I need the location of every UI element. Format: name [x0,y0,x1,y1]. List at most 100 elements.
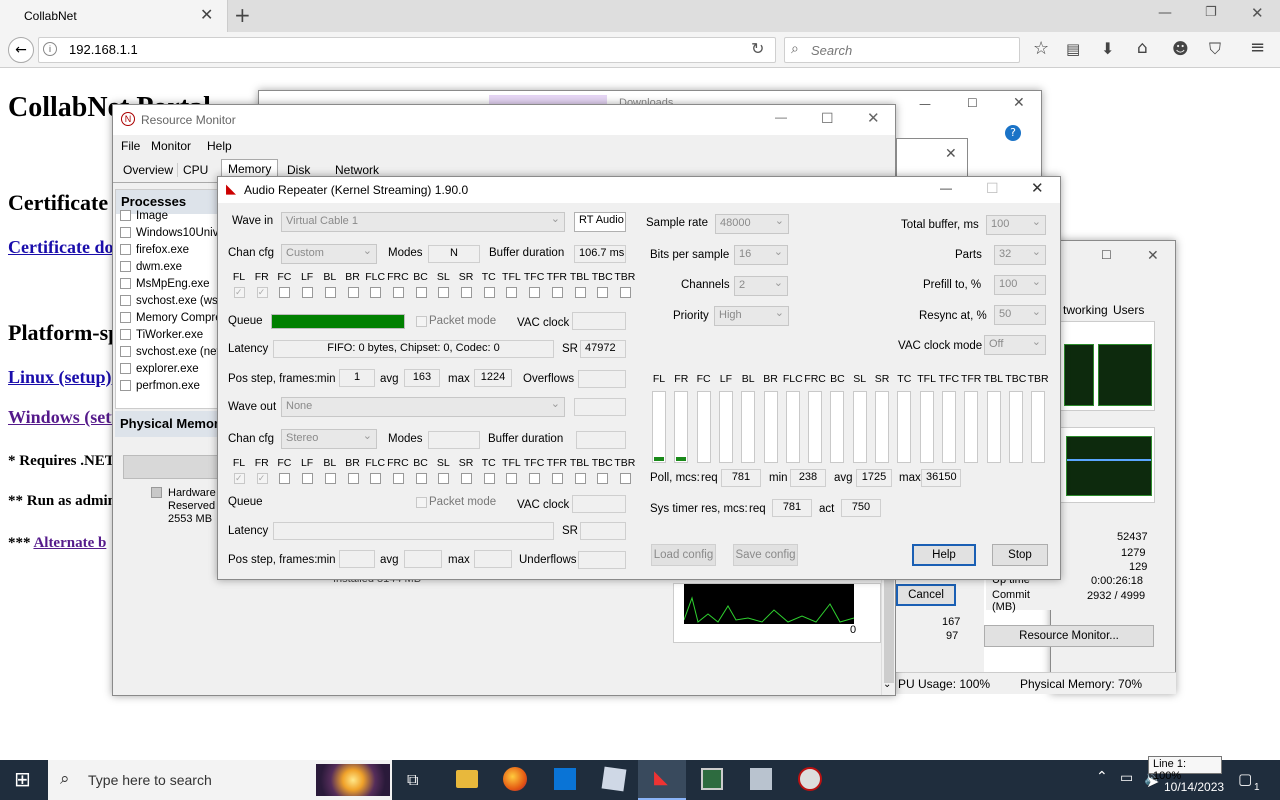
channel-checkbox-out[interactable] [597,473,609,484]
priority-select[interactable]: High [714,306,789,326]
dialog-close-icon[interactable]: ✕ [945,145,957,162]
clock-date[interactable]: 10/14/2023 [1164,780,1224,794]
channel-checkbox-in[interactable] [324,287,336,298]
smiley-icon[interactable]: ☻ [1172,39,1189,58]
channel-checkbox-out[interactable]: ✓ [234,473,245,484]
menu-file[interactable]: File [121,139,140,153]
channel-checkbox-in[interactable] [551,287,563,298]
process-checkbox[interactable] [120,380,131,392]
channel-checkbox-in[interactable] [415,287,427,298]
channel-checkbox-in[interactable] [506,287,518,298]
settings-app-icon[interactable] [750,768,772,790]
parts-select[interactable]: 32 [994,245,1046,265]
firefox-icon[interactable] [503,767,527,791]
physical-memory-header[interactable]: Physical Memor [115,411,225,437]
channel-checkbox-in[interactable] [279,287,291,298]
resource-monitor-button[interactable]: Resource Monitor... [984,625,1154,647]
resmon-close-icon[interactable]: ✕ [867,109,880,127]
store-icon[interactable] [554,768,576,790]
channel-checkbox-out[interactable] [506,473,518,484]
rt-audio-field[interactable]: RT Audio [574,212,626,232]
channel-checkbox-out[interactable] [619,473,631,484]
app-icon[interactable] [601,766,627,792]
sample-rate-select[interactable]: 48000 [715,214,789,234]
channel-checkbox-out[interactable] [347,473,359,484]
stop-button[interactable]: Stop [992,544,1048,566]
task-manager-icon[interactable] [701,768,723,790]
process-row[interactable]: perfmon.exe [120,380,224,396]
minimize-icon[interactable]: — [1158,5,1172,21]
tab-network[interactable]: Network [331,163,383,177]
process-checkbox[interactable] [120,261,131,273]
scroll-down-icon[interactable]: ⌄ [883,679,891,690]
channel-checkbox-in[interactable] [347,287,359,298]
channel-checkbox-in[interactable]: ✓ [234,287,245,298]
tab-overview[interactable]: Overview [119,163,179,177]
back-icon[interactable]: ← [8,37,34,63]
linux-link[interactable]: Linux (setup) [8,367,112,388]
resmon-minimize-icon[interactable]: — [775,110,787,124]
network-icon[interactable]: ▭ [1120,770,1133,786]
channel-checkbox-out[interactable]: ✓ [256,473,268,484]
process-row[interactable]: Memory Compre [120,312,224,328]
taskbar-search-box[interactable]: ⌕ Type here to search [48,760,392,800]
resync-select[interactable]: 50 [994,305,1046,325]
ar-close-icon[interactable]: ✕ [1031,179,1044,197]
process-row[interactable]: TiWorker.exe [120,329,224,345]
process-row[interactable]: explorer.exe [120,363,224,379]
menu-monitor[interactable]: Monitor [151,139,191,153]
channel-checkbox-in[interactable] [483,287,495,298]
process-row[interactable]: Windows10Univ [120,227,224,243]
resource-monitor-taskbar-icon[interactable] [798,767,822,791]
resmon-maximize-icon[interactable]: ☐ [821,110,834,127]
menu-icon[interactable]: ≡ [1250,37,1265,58]
restore-icon[interactable]: ❐ [1205,5,1217,20]
reading-list-icon[interactable]: ▤ [1066,40,1080,58]
channel-checkbox-in[interactable] [529,287,541,298]
process-checkbox[interactable] [120,312,131,324]
tab-cpu[interactable]: CPU [179,163,212,177]
reload-icon[interactable]: ↻ [751,39,764,59]
process-checkbox[interactable] [120,346,131,358]
bits-per-sample-select[interactable]: 16 [734,245,788,265]
taskmgr-tab-users[interactable]: Users [1113,303,1144,317]
channel-checkbox-in[interactable] [370,287,382,298]
wave-out-select[interactable]: None [281,397,565,417]
channel-checkbox-out[interactable] [279,473,291,484]
channel-checkbox-out[interactable] [392,473,404,484]
image-column-header[interactable]: Image [120,210,224,226]
channel-checkbox-in[interactable]: ✓ [256,287,268,298]
download-icon[interactable]: ⬇ [1101,39,1114,58]
process-checkbox[interactable] [120,278,131,290]
process-checkbox[interactable] [120,329,131,341]
channels-select[interactable]: 2 [734,276,788,296]
process-checkbox[interactable] [120,295,131,307]
search-input[interactable]: ⌕ Search [784,37,1020,63]
help-button[interactable]: Help [912,544,976,566]
channel-checkbox-out[interactable] [370,473,382,484]
load-config-button[interactable]: Load config [651,544,716,566]
file-explorer-icon[interactable] [456,770,478,788]
channel-checkbox-out[interactable] [551,473,563,484]
save-config-button[interactable]: Save config [733,544,798,566]
channel-checkbox-out[interactable] [574,473,586,484]
channel-checkbox-out[interactable] [438,473,450,484]
channel-checkbox-in[interactable] [619,287,631,298]
channel-checkbox-in[interactable] [461,287,472,298]
menu-help[interactable]: Help [207,139,232,153]
packet-mode-out-checkbox[interactable] [416,497,427,508]
process-row[interactable]: MsMpEng.exe [120,278,224,294]
process-row[interactable]: svchost.exe (wsa [120,295,224,311]
channel-checkbox-out[interactable] [415,473,427,484]
total-buffer-select[interactable]: 100 [986,215,1046,235]
wave-in-select[interactable]: Virtual Cable 1 [281,212,565,232]
process-checkbox[interactable] [120,210,131,222]
notification-icon[interactable]: ▢ [1238,770,1252,788]
chan-cfg-out-select[interactable]: Stereo [281,429,377,449]
process-row[interactable]: dwm.exe [120,261,224,277]
prefill-select[interactable]: 100 [994,275,1046,295]
alternate-link[interactable]: Alternate b [33,535,106,551]
packet-mode-in-checkbox[interactable] [416,316,427,327]
show-hidden-icons[interactable]: ⌃ [1096,769,1108,785]
process-checkbox[interactable] [120,227,131,239]
